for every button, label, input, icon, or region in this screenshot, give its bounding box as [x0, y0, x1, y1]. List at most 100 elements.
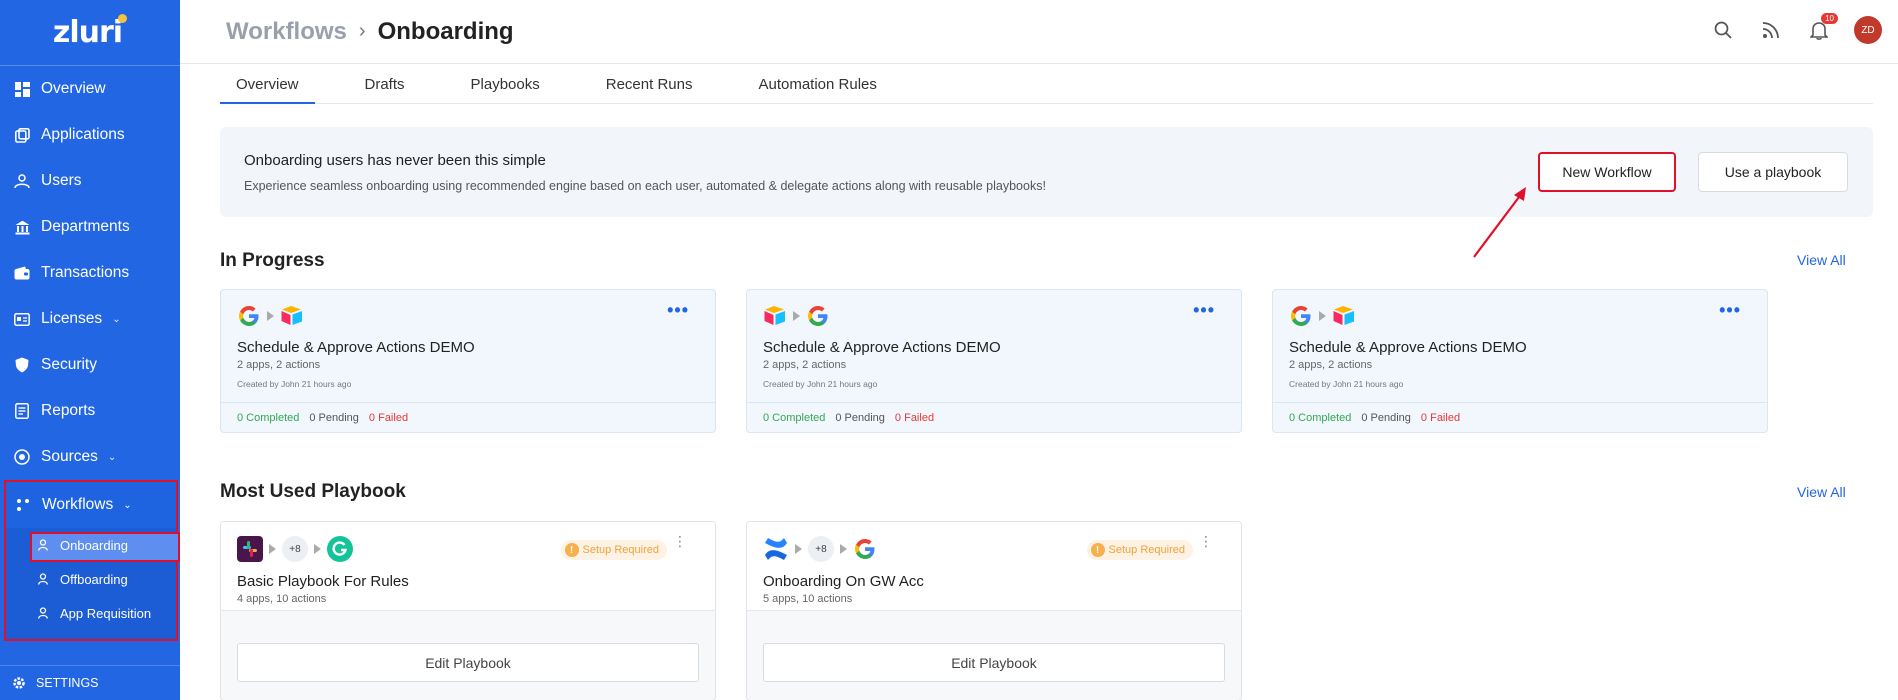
- sidebar-item-label: Reports: [41, 402, 96, 419]
- sidebar-item-sources[interactable]: Sources ⌄: [0, 434, 180, 480]
- edit-playbook-button[interactable]: Edit Playbook: [763, 643, 1225, 682]
- chevron-down-icon: ⌄: [123, 499, 132, 511]
- sidebar-item-users[interactable]: Users: [0, 158, 180, 204]
- sidebar-item-overview[interactable]: Overview: [0, 66, 180, 112]
- failed-count: 0 Failed: [368, 411, 409, 424]
- completed-count: 0 Completed: [1289, 411, 1352, 424]
- sidebar-subitem-offboarding[interactable]: Offboarding: [6, 562, 176, 596]
- new-workflow-button[interactable]: New Workflow: [1538, 152, 1676, 192]
- sidebar-subitem-label: App Requisition: [60, 605, 152, 621]
- tab-automation-rules[interactable]: Automation Rules: [742, 66, 892, 104]
- card-meta: 2 apps, 2 actions: [1289, 359, 1373, 371]
- workflow-card[interactable]: ••• Schedule & Approve Actions DEMO 2 ap…: [220, 289, 716, 433]
- card-app-icons: [763, 304, 830, 328]
- sidebar-item-label: Overview: [41, 80, 106, 97]
- completed-count: 0 Completed: [237, 411, 300, 424]
- sidebar-item-licenses[interactable]: Licenses ⌄: [0, 296, 180, 342]
- notification-badge: 10: [1821, 13, 1838, 24]
- page-header: Workflows › Onboarding 10 ZD: [180, 0, 1898, 64]
- google-icon: [808, 306, 828, 326]
- card-title: Basic Playbook For Rules: [237, 573, 409, 590]
- card-title: Schedule & Approve Actions DEMO: [1289, 339, 1527, 356]
- sidebar-item-label: Workflows: [42, 496, 114, 513]
- arrow-right-icon: [840, 544, 847, 554]
- card-status-bar: 0 Completed 0 Pending 0 Failed: [221, 402, 715, 432]
- in-progress-view-all-link[interactable]: View All: [1797, 252, 1846, 268]
- use-playbook-button[interactable]: Use a playbook: [1698, 152, 1848, 192]
- warning-icon: !: [564, 543, 579, 557]
- sidebar-item-security[interactable]: Security: [0, 342, 180, 388]
- pending-count: 0 Pending: [309, 411, 359, 424]
- header-actions: 10 ZD: [1710, 13, 1882, 44]
- sidebar-item-label: Applications: [41, 126, 125, 143]
- airtable-icon: [1333, 306, 1354, 325]
- sidebar-item-transactions[interactable]: Transactions: [0, 250, 180, 296]
- card-app-icons: [237, 304, 304, 328]
- card-creator: Created by John 21 hours ago: [1289, 379, 1404, 389]
- card-status-bar: 0 Completed 0 Pending 0 Failed: [1273, 402, 1767, 432]
- playbook-card[interactable]: +8 ! Setup Required ⋮ Basic Playbook For…: [220, 521, 716, 700]
- more-options-icon[interactable]: •••: [1719, 300, 1741, 321]
- tab-drafts[interactable]: Drafts: [349, 66, 421, 104]
- sidebar-subitem-label: Onboarding: [60, 537, 128, 553]
- setup-required-label: Setup Required: [1108, 544, 1185, 556]
- brand-logo[interactable]: zluri: [0, 0, 180, 66]
- gear-icon: [12, 676, 26, 690]
- card-creator: Created by John 21 hours ago: [763, 379, 878, 389]
- card-title: Schedule & Approve Actions DEMO: [237, 339, 475, 356]
- playbook-card[interactable]: +8 ! Setup Required ⋮ Onboarding On GW A…: [746, 521, 1242, 700]
- sidebar-item-workflows[interactable]: Workflows ⌄: [6, 482, 176, 528]
- arrow-right-icon: [795, 544, 802, 554]
- edit-playbook-button[interactable]: Edit Playbook: [237, 643, 699, 682]
- feed-icon[interactable]: [1758, 17, 1784, 43]
- bell-icon[interactable]: 10: [1806, 13, 1838, 43]
- more-options-icon[interactable]: •••: [1193, 300, 1215, 321]
- playbook-card-header: +8 ! Setup Required ⋮ Onboarding On GW A…: [747, 522, 1241, 611]
- avatar[interactable]: ZD: [1854, 16, 1882, 44]
- pending-count: 0 Pending: [1361, 411, 1411, 424]
- workflow-card[interactable]: ••• Schedule & Approve Actions DEMO 2 ap…: [1272, 289, 1768, 433]
- arrow-right-icon: [793, 311, 800, 321]
- setup-required-label: Setup Required: [582, 544, 659, 556]
- banner-title: Onboarding users has never been this sim…: [244, 152, 546, 169]
- sidebar-settings[interactable]: SETTINGS: [0, 665, 180, 700]
- sidebar-item-label: Licenses: [41, 310, 103, 327]
- kebab-menu-icon[interactable]: ⋮: [673, 534, 687, 548]
- report-icon: [13, 402, 31, 420]
- slack-icon: [237, 536, 263, 562]
- breadcrumb-separator: ›: [358, 20, 366, 42]
- user-add-icon: [38, 538, 52, 552]
- tab-playbooks[interactable]: Playbooks: [455, 66, 556, 104]
- arrow-right-icon: [269, 544, 276, 554]
- sidebar-item-applications[interactable]: Applications: [0, 112, 180, 158]
- card-app-icons: +8: [763, 536, 877, 562]
- building-icon: [13, 218, 31, 236]
- breadcrumb-root[interactable]: Workflows: [226, 18, 347, 46]
- card-title: Onboarding On GW Acc: [763, 573, 924, 590]
- google-icon: [239, 306, 259, 326]
- tab-recent-runs[interactable]: Recent Runs: [590, 66, 709, 104]
- arrow-right-icon: [1319, 311, 1326, 321]
- most-used-view-all-link[interactable]: View All: [1797, 484, 1846, 500]
- sidebar-item-label: Departments: [41, 218, 130, 235]
- grammarly-icon: [327, 536, 353, 562]
- kebab-menu-icon[interactable]: ⋮: [1199, 534, 1213, 548]
- tab-overview[interactable]: Overview: [220, 66, 315, 104]
- search-icon[interactable]: [1710, 17, 1736, 43]
- chevron-down-icon: ⌄: [112, 313, 121, 325]
- user-remove-icon: [38, 572, 52, 586]
- card-creator: Created by John 21 hours ago: [237, 379, 352, 389]
- user-request-icon: [38, 606, 52, 620]
- card-status-bar: 0 Completed 0 Pending 0 Failed: [747, 402, 1241, 432]
- sidebar-subitem-onboarding[interactable]: Onboarding: [6, 528, 180, 562]
- card-meta: 2 apps, 2 actions: [763, 359, 847, 371]
- sidebar-item-departments[interactable]: Departments: [0, 204, 180, 250]
- more-options-icon[interactable]: •••: [667, 300, 689, 321]
- workflow-card[interactable]: ••• Schedule & Approve Actions DEMO 2 ap…: [746, 289, 1242, 433]
- shield-icon: [13, 356, 31, 374]
- sidebar-subitem-app-requisition[interactable]: App Requisition: [6, 596, 176, 630]
- onboarding-banner: Onboarding users has never been this sim…: [220, 127, 1873, 217]
- failed-count: 0 Failed: [1420, 411, 1461, 424]
- wallet-icon: [13, 264, 31, 282]
- sidebar-item-reports[interactable]: Reports: [0, 388, 180, 434]
